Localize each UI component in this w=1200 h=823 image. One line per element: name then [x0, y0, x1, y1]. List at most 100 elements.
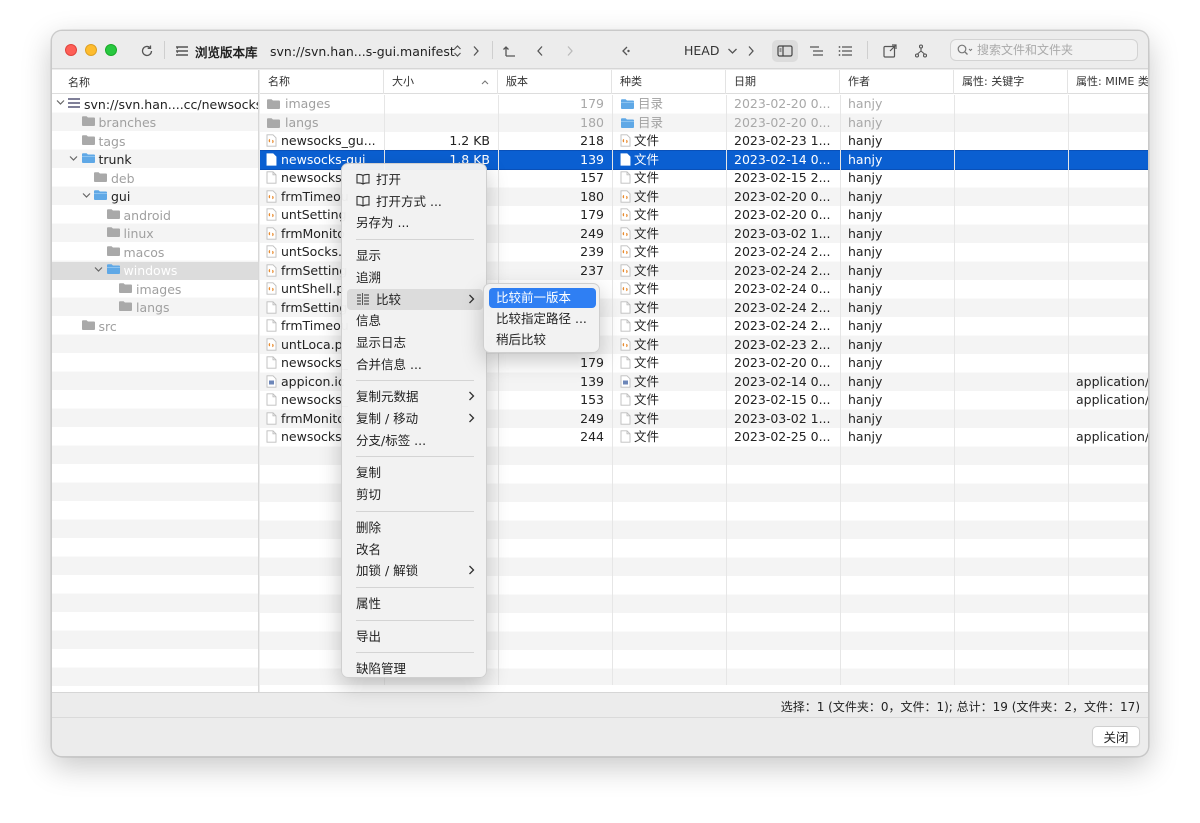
column-header-label: 属性: 关键字	[962, 75, 1025, 88]
folder-open-icon	[106, 263, 121, 278]
cell-date: 2023-02-24 2...	[734, 318, 831, 333]
cell-mime: application/o	[1076, 392, 1149, 407]
doc-file-icon	[620, 300, 631, 318]
parent-folder-button[interactable]	[498, 40, 520, 62]
context-menu-item[interactable]: 另存为 ...	[347, 212, 483, 233]
column-header[interactable]: 作者	[840, 70, 954, 94]
tree-view-button[interactable]	[804, 40, 828, 62]
compare-submenu-item[interactable]: 比较指定路径 ...	[489, 309, 596, 329]
context-menu-item[interactable]: 改名	[347, 539, 483, 560]
repository-url-selector[interactable]: svn://svn.han...s-gui.manifest	[270, 42, 455, 60]
tree-column-header[interactable]: 名称	[52, 70, 258, 94]
context-menu-item[interactable]: 复制 / 移动	[347, 408, 483, 429]
cell-date: 2023-03-02 1...	[734, 410, 831, 426]
chevron-down-icon[interactable]	[69, 155, 79, 165]
tree-item[interactable]: trunk	[52, 151, 258, 170]
tree-item[interactable]: svn://svn.han....cc/newsocks	[52, 95, 258, 114]
context-menu-item[interactable]: 打开	[347, 169, 483, 190]
column-header[interactable]: 属性: 关键字	[954, 70, 1068, 94]
compare-submenu-item[interactable]: 比较前一版本	[489, 288, 596, 308]
revision-dropdown-button[interactable]	[724, 40, 740, 62]
column-header[interactable]: 日期	[726, 70, 840, 94]
revision-selector[interactable]: HEAD	[684, 43, 719, 58]
folder-icon	[81, 115, 96, 130]
revision-next-button[interactable]	[744, 40, 758, 62]
table-row[interactable]: images 179 目录 2023-02-20 0... hanjy	[260, 95, 1148, 114]
tree-item[interactable]: windows	[52, 261, 258, 280]
revision-history-button[interactable]	[618, 40, 634, 62]
revision-graph-button[interactable]	[909, 40, 933, 62]
chevron-down-icon[interactable]	[56, 99, 65, 109]
cell-author: hanjy	[848, 244, 883, 259]
column-divider	[726, 95, 727, 685]
context-menu-item[interactable]: 删除	[347, 517, 483, 538]
forward-button[interactable]	[558, 40, 582, 62]
minimize-window-button[interactable]	[85, 44, 97, 56]
url-forward-button[interactable]	[468, 40, 484, 62]
cell-kind: 文件	[620, 225, 726, 244]
cell-rev: 237	[580, 262, 604, 278]
context-menu: 打开 打开方式 ... 另存为 ... 显示 追溯 比较 信息 显示日志 合并信息 ... 复制元…	[341, 163, 487, 678]
context-menu-item[interactable]: 追溯	[347, 267, 483, 288]
refresh-button[interactable]	[136, 40, 158, 62]
column-header[interactable]: 种类	[612, 70, 726, 94]
cell-rev: 157	[580, 170, 604, 185]
tree-item[interactable]: deb	[52, 169, 258, 188]
context-menu-item[interactable]: 复制元数据	[347, 386, 483, 407]
folder-open-icon	[620, 97, 635, 114]
context-menu-item[interactable]: 打开方式 ...	[347, 191, 483, 212]
tree-item[interactable]: src	[52, 317, 258, 336]
cell-author: hanjy	[848, 151, 883, 167]
context-menu-item[interactable]: 属性	[347, 593, 483, 614]
folder-icon	[106, 226, 121, 241]
context-menu-item[interactable]: 剪切	[347, 484, 483, 505]
tree-item-label: langs	[136, 300, 170, 316]
tree-item[interactable]: android	[52, 206, 258, 225]
context-menu-item[interactable]: 比较	[347, 288, 483, 310]
column-header[interactable]: 名称	[260, 70, 384, 94]
close-button[interactable]: 关闭	[1092, 726, 1140, 747]
column-header[interactable]: 版本	[498, 70, 612, 94]
open-external-button[interactable]	[878, 40, 902, 62]
chevron-down-icon[interactable]	[81, 192, 91, 202]
tree-item[interactable]: images	[52, 280, 258, 299]
table-row[interactable]: newsocks_gu... 1.2 KB 218 文件 2023-02-23 1...…	[260, 132, 1148, 151]
chevron-down-icon[interactable]	[94, 266, 104, 276]
cell-kind: 文件	[620, 299, 726, 318]
list-view-button[interactable]	[833, 40, 857, 62]
context-menu-item[interactable]: 导出	[347, 626, 483, 647]
column-header[interactable]: 大小	[384, 70, 498, 94]
context-menu-item[interactable]: 信息	[347, 310, 483, 331]
file-kind: 目录	[638, 114, 664, 130]
context-menu-item[interactable]: 分支/标签 ...	[347, 430, 483, 451]
file-kind: 文件	[634, 225, 660, 241]
context-menu-item[interactable]: 显示	[347, 245, 483, 266]
context-menu-item[interactable]: 显示日志	[347, 332, 483, 353]
search-box[interactable]	[950, 39, 1138, 61]
toolbar: 浏览版本库 svn://svn.han...s-gui.manifest HEA…	[52, 31, 1148, 69]
context-menu-item[interactable]: 加锁 / 解锁	[347, 560, 483, 581]
close-window-button[interactable]	[65, 44, 77, 56]
tree-item[interactable]: tags	[52, 132, 258, 151]
compare-submenu-item[interactable]: 稍后比较	[489, 330, 596, 350]
context-menu-item[interactable]: 合并信息 ...	[347, 354, 483, 375]
url-stepper[interactable]	[450, 40, 464, 62]
table-row[interactable]: langs 180 目录 2023-02-20 0... hanjy	[260, 114, 1148, 133]
context-menu-item[interactable]: 缺陷管理	[347, 658, 483, 679]
search-input[interactable]	[977, 43, 1127, 57]
toggle-sidebar-button[interactable]	[772, 40, 798, 62]
context-menu-item[interactable]: 复制	[347, 462, 483, 483]
tree-item-label: trunk	[98, 152, 132, 168]
column-header[interactable]: 属性: MIME 类	[1068, 70, 1148, 94]
back-button[interactable]	[528, 40, 552, 62]
zoom-window-button[interactable]	[105, 44, 117, 56]
tree-item[interactable]: langs	[52, 299, 258, 318]
tree-item[interactable]: gui	[52, 188, 258, 207]
column-divider	[612, 95, 613, 685]
doc-file-icon	[620, 171, 631, 188]
cell-mime	[1076, 188, 1148, 207]
tree-item[interactable]: linux	[52, 225, 258, 244]
folder-icon	[106, 245, 121, 260]
tree-item[interactable]: macos	[52, 243, 258, 262]
tree-item[interactable]: branches	[52, 114, 258, 133]
